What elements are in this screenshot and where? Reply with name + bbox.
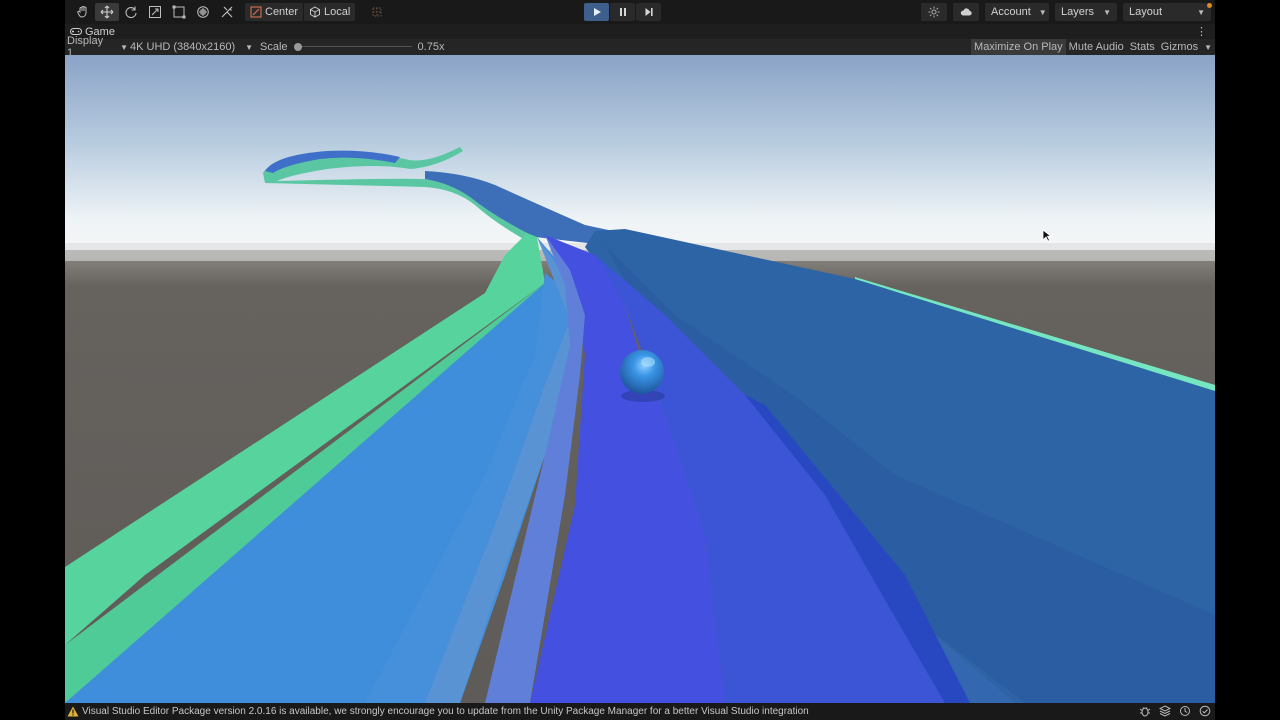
debug-icon[interactable] — [1139, 705, 1151, 717]
layers-label: Layers — [1061, 6, 1095, 18]
main-toolbar: Center Local Account ▼ Layers ▼ Layout ▼ — [65, 0, 1215, 24]
mute-audio-toggle[interactable]: Mute Audio — [1066, 39, 1127, 55]
cloud-icon — [960, 8, 972, 16]
resolution-dropdown[interactable]: 4K UHD (3840x2160) ▼ — [128, 41, 258, 53]
pause-icon — [619, 8, 626, 16]
rotate-tool-icon[interactable] — [119, 3, 143, 21]
step-icon — [645, 8, 653, 16]
sun-icon — [928, 6, 940, 18]
play-icon — [593, 8, 601, 16]
layout-dropdown[interactable]: Layout ▼ — [1123, 3, 1211, 21]
cube-icon — [310, 6, 321, 18]
account-dropdown[interactable]: Account ▼ — [985, 3, 1049, 21]
playmode-controls — [584, 3, 661, 21]
resolution-label: 4K UHD (3840x2160) — [130, 41, 236, 53]
transform-tool-icon[interactable] — [191, 3, 215, 21]
chevron-down-icon: ▼ — [245, 42, 254, 52]
chevron-down-icon[interactable]: ▼ — [1204, 43, 1212, 52]
cloud-button[interactable] — [953, 3, 979, 21]
scale-slider-rail — [293, 46, 412, 47]
custom-tool-icon[interactable] — [215, 3, 239, 21]
player-ball — [620, 350, 664, 394]
chevron-down-icon: ▼ — [120, 42, 128, 52]
status-bar[interactable]: Visual Studio Editor Package version 2.0… — [65, 703, 1215, 720]
status-icons — [1139, 705, 1211, 717]
transform-tools — [71, 2, 239, 22]
more-options-icon[interactable]: ⋮ — [1196, 25, 1207, 38]
pivot-mode-label: Center — [265, 6, 299, 18]
stats-toggle[interactable]: Stats — [1127, 39, 1158, 55]
hand-tool-icon[interactable] — [71, 3, 95, 21]
scale-label: Scale — [260, 41, 288, 53]
move-tool-icon[interactable] — [95, 3, 119, 21]
layers-dropdown[interactable]: Layers ▼ — [1055, 3, 1117, 21]
progress-icon[interactable] — [1179, 705, 1191, 717]
notification-dot — [1207, 3, 1212, 8]
scale-slider[interactable] — [293, 42, 412, 52]
status-message: Visual Studio Editor Package version 2.0… — [82, 706, 809, 717]
scale-slider-knob[interactable] — [293, 43, 302, 51]
play-button[interactable] — [584, 3, 609, 21]
grid-snap-icon[interactable] — [365, 3, 389, 21]
pivot-mode-toggle[interactable]: Center — [245, 3, 304, 21]
chevron-down-icon: ▼ — [1038, 7, 1047, 17]
mouse-cursor-icon — [1042, 229, 1052, 242]
layers-stack-icon[interactable] — [1159, 705, 1171, 717]
lighting-button[interactable] — [921, 3, 947, 21]
sky — [65, 55, 1215, 255]
account-label: Account — [991, 6, 1031, 18]
game-viewport[interactable] — [65, 55, 1215, 703]
ball-highlight — [641, 357, 655, 367]
game-view-controls: Display 1 ▼ 4K UHD (3840x2160) ▼ Scale 0… — [65, 35, 1215, 59]
chevron-down-icon: ▼ — [1197, 7, 1205, 17]
check-circle-icon[interactable] — [1199, 705, 1211, 717]
chevron-down-icon: ▼ — [1103, 7, 1111, 17]
warning-icon — [67, 706, 79, 717]
pivot-rotation-label: Local — [324, 6, 351, 18]
step-button[interactable] — [636, 3, 661, 21]
game-scene — [65, 55, 1215, 703]
scale-tool-icon[interactable] — [143, 3, 167, 21]
pivot-rotation-toggle[interactable]: Local — [304, 3, 356, 21]
gizmos-toggle[interactable]: Gizmos — [1158, 39, 1201, 55]
layout-label: Layout — [1129, 6, 1163, 18]
game-tab-bar: Game ⋮ — [65, 24, 1215, 39]
pivot-center-icon — [250, 6, 262, 18]
rect-tool-icon[interactable] — [167, 3, 191, 21]
toolbar-right: Account ▼ Layers ▼ Layout ▼ — [921, 3, 1215, 21]
pause-button[interactable] — [610, 3, 635, 21]
scale-value: 0.75x — [417, 41, 445, 53]
game-view-toggles: Maximize On Play Mute Audio Stats Gizmos… — [971, 39, 1215, 55]
maximize-on-play-toggle[interactable]: Maximize On Play — [971, 39, 1066, 55]
